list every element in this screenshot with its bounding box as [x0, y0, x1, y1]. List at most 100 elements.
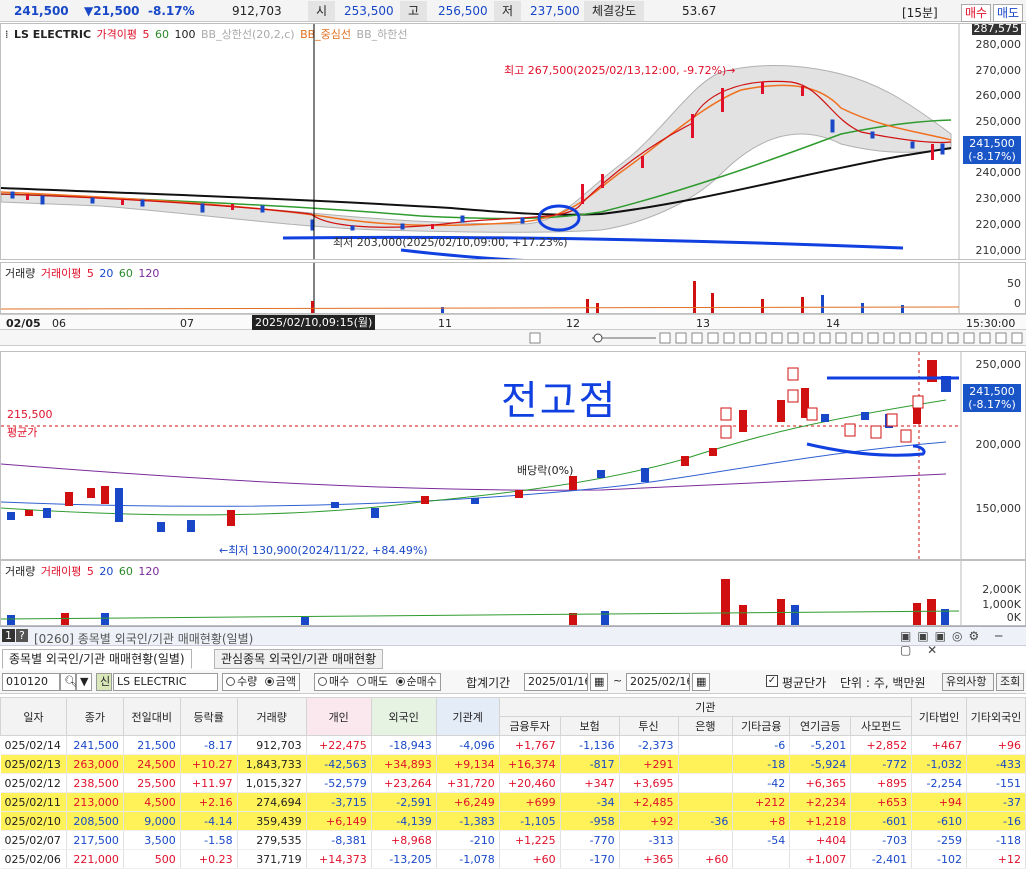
table-row[interactable]: 025/02/14 241,500 21,500 -8.17 912,703 +22,47…: [0, 735, 1026, 755]
table-cell: 4,500: [123, 792, 181, 812]
table-cell: -8,381: [306, 830, 372, 850]
col-financial-invest[interactable]: 금융투자: [498, 716, 561, 736]
col-foreign[interactable]: 외국인: [370, 697, 437, 736]
tab-watchlist-foreign-institution[interactable]: 관심종목 외국인/기관 매매현황: [214, 649, 384, 669]
col-private-fund[interactable]: 사모펀드: [850, 716, 913, 736]
sell-button[interactable]: 매도: [993, 4, 1024, 22]
col-bank[interactable]: 은행: [677, 716, 734, 736]
unit-label: 단위 : 주, 백만원: [840, 676, 926, 690]
buy-button[interactable]: 매수: [961, 4, 992, 22]
table-row[interactable]: 025/02/10 208,500 9,000 -4.14 359,439 +6,149-…: [0, 811, 1026, 831]
table-cell: +467: [911, 735, 968, 755]
table-cell: -772: [850, 754, 913, 774]
avg-price-checkbox[interactable]: ✓: [766, 675, 778, 687]
daily-price-chart[interactable]: 전고점 215,500 평균가 배당락(0%) ←최저 130,900(2024…: [0, 351, 1026, 560]
calendar-icon[interactable]: ▦: [590, 673, 608, 691]
table-cell: -817: [560, 754, 620, 774]
ma120-line: [1, 463, 947, 491]
table-cell: +291: [619, 754, 679, 774]
tab-stock-foreign-institution[interactable]: 종목별 외국인/기관 매매현황(일별): [2, 649, 192, 669]
volume1-y-axis: 50 0: [959, 263, 1025, 313]
table-cell: 263,000: [66, 754, 124, 774]
qty-amount-radio-group[interactable]: 수량 금액: [222, 673, 300, 691]
table-cell: 213,000: [66, 792, 124, 812]
table-cell: +1,767: [499, 735, 561, 755]
col-close[interactable]: 종가: [65, 697, 124, 736]
col-other-finance[interactable]: 기타금융: [732, 716, 791, 736]
table-cell: -610: [911, 811, 968, 831]
window-controls[interactable]: ▣▣▣◎⚙ ─ ▢ ✕: [900, 629, 1026, 657]
table-row[interactable]: 025/02/13 263,000 24,500 +10.27 1,843,733 -42…: [0, 754, 1026, 774]
radio-qty[interactable]: [226, 677, 235, 686]
table-cell: -1,078: [436, 849, 500, 869]
col-pension[interactable]: 연기금등: [789, 716, 852, 736]
radio-amount-label: 금액: [275, 675, 296, 688]
table-row[interactable]: 025/02/07 217,500 3,500 -1.58 279,535 -8,381 +…: [0, 830, 1026, 850]
radio-buy[interactable]: [318, 677, 327, 686]
date-to-input[interactable]: 2025/02/16: [626, 673, 690, 691]
table-cell: +60: [499, 849, 561, 869]
table-row[interactable]: 025/02/12 238,500 25,500 +11.97 1,015,327 -52…: [0, 773, 1026, 793]
col-change[interactable]: 전일대비: [122, 697, 181, 736]
price-tag-pct: (-8.17%): [968, 150, 1016, 163]
table-cell: +347: [560, 773, 620, 793]
strength-value: 53.67: [682, 4, 717, 18]
interval-selector[interactable]: [15분]: [902, 4, 938, 21]
table-cell: -1,136: [560, 735, 620, 755]
volume1-bars: [1, 263, 960, 313]
open-label: 시: [308, 1, 336, 21]
chart-scrollbar[interactable]: [0, 330, 1026, 346]
table-cell: -4,096: [436, 735, 500, 755]
col-investment-trust[interactable]: 투신: [618, 716, 679, 736]
window-title-bar[interactable]: 1 ? [0260] 종목별 외국인/기관 매매현황(일별) ▣▣▣◎⚙ ─ ▢…: [0, 626, 1026, 657]
strength-label: 체결강도: [584, 1, 645, 21]
chart1-price-tag: 241,500 (-8.17%): [963, 136, 1021, 164]
notice-button[interactable]: 유의사항: [942, 673, 994, 691]
date-axis: 02/05 06 07 2025/02/10,09:15(월) 11 12 13…: [0, 314, 1026, 330]
table-cell: +16,374: [499, 754, 561, 774]
chart-toolbar[interactable]: [0, 330, 1026, 346]
stock-name-field[interactable]: LS ELECTRIC: [113, 673, 218, 691]
col-other-foreign[interactable]: 기타외국인: [966, 697, 1026, 736]
y-tick: 250,000: [975, 115, 1022, 128]
radio-amount[interactable]: [264, 677, 274, 686]
table-cell: 025/02/06: [0, 849, 67, 869]
help-icon[interactable]: ?: [16, 629, 28, 642]
radio-net[interactable]: [395, 677, 405, 686]
intraday-price-chart[interactable]: ⁞ LS ELECTRIC 가격이평 5 60 100 BB_상한선(20,2,…: [0, 23, 1026, 260]
table-cell: -8.17: [180, 735, 238, 755]
daily-volume-panel[interactable]: 거래량 거래이평 5 20 60 120 2,000K 1,000K 0K: [0, 560, 1026, 626]
col-change-pct[interactable]: 등락률: [179, 697, 238, 736]
intraday-volume-panel[interactable]: 거래량 거래이평 5 20 60 120 50 0: [0, 262, 1026, 314]
table-row[interactable]: 025/02/06 221,000 500 +0.23 371,719 +14,373 -1…: [0, 849, 1026, 869]
table-cell: +3,695: [619, 773, 679, 793]
table-cell: +14,373: [306, 849, 372, 869]
table-cell: 371,719: [237, 849, 307, 869]
daily-low-annotation: ←최저 130,900(2024/11/22, +84.49%): [219, 544, 428, 557]
buy-sell-radio-group[interactable]: 매수 매도 순매수: [314, 673, 441, 691]
table-row[interactable]: 025/02/11 213,000 4,500 +2.16 274,694 -3,715-…: [0, 792, 1026, 812]
col-individual[interactable]: 개인: [305, 697, 372, 736]
col-date[interactable]: 일자: [0, 697, 67, 736]
col-other-corp[interactable]: 기타법인: [911, 697, 968, 736]
calendar-icon[interactable]: ▦: [692, 673, 710, 691]
col-insurance[interactable]: 보험: [559, 716, 620, 736]
y-tick: 0: [1014, 297, 1021, 310]
chart1-top-value: 287,575: [971, 23, 1021, 35]
stock-code-input[interactable]: 010120: [2, 673, 60, 691]
radio-sell-label: 매도: [367, 675, 388, 688]
table-cell: +2,852: [850, 735, 913, 755]
table-cell: -118: [966, 830, 1026, 850]
date-from-input[interactable]: 2025/01/16: [524, 673, 588, 691]
table-cell: -4.14: [180, 811, 238, 831]
col-institution-total[interactable]: 기관계: [435, 697, 500, 736]
search-icon[interactable]: 🔍︎: [60, 673, 78, 691]
col-volume[interactable]: 거래량: [236, 697, 307, 736]
table-cell: -37: [966, 792, 1026, 812]
handwriting-label: 전고점: [501, 378, 618, 424]
radio-sell[interactable]: [356, 677, 366, 686]
stock-dropdown[interactable]: ▼: [76, 673, 92, 691]
query-button[interactable]: 조회: [996, 673, 1024, 691]
table-cell: -54: [732, 830, 791, 850]
table-cell: -16: [966, 811, 1026, 831]
